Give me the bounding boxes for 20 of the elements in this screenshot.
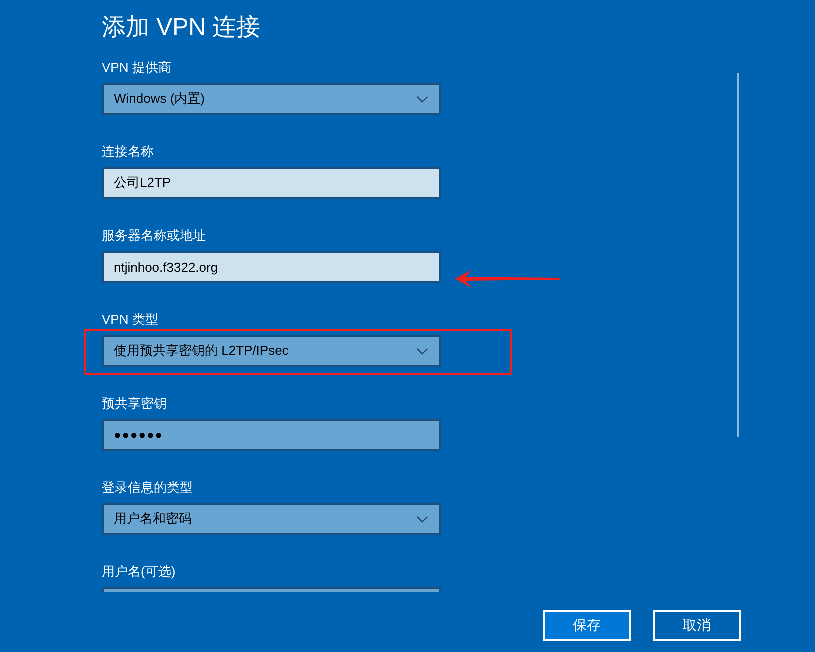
chevron-down-icon: [416, 96, 429, 102]
field-label: 服务器名称或地址: [102, 229, 206, 243]
field-label: VPN 类型: [102, 313, 158, 327]
input-field[interactable]: 公司L2TP: [102, 167, 441, 199]
cancel-button[interactable]: 取消: [653, 610, 741, 641]
field-label: 用户名(可选): [102, 565, 176, 579]
chevron-down-icon: [416, 516, 429, 522]
dropdown[interactable]: 用户名和密码: [102, 503, 441, 535]
password-field[interactable]: ●●●●●●: [102, 419, 441, 451]
field-label: 预共享密钥: [102, 397, 167, 411]
dropdown[interactable]: Windows (内置): [102, 83, 441, 115]
field-label: 连接名称: [102, 145, 154, 159]
chevron-down-icon: [416, 348, 429, 354]
save-button[interactable]: 保存: [543, 610, 631, 641]
page-title: 添加 VPN 连接: [102, 13, 261, 43]
field-label: 登录信息的类型: [102, 481, 193, 495]
input-field[interactable]: ntjinhoo.f3322.org: [102, 251, 441, 283]
dropdown[interactable]: 使用预共享密钥的 L2TP/IPsec: [102, 335, 441, 367]
scrollbar[interactable]: [737, 73, 739, 437]
field-label: VPN 提供商: [102, 61, 172, 75]
